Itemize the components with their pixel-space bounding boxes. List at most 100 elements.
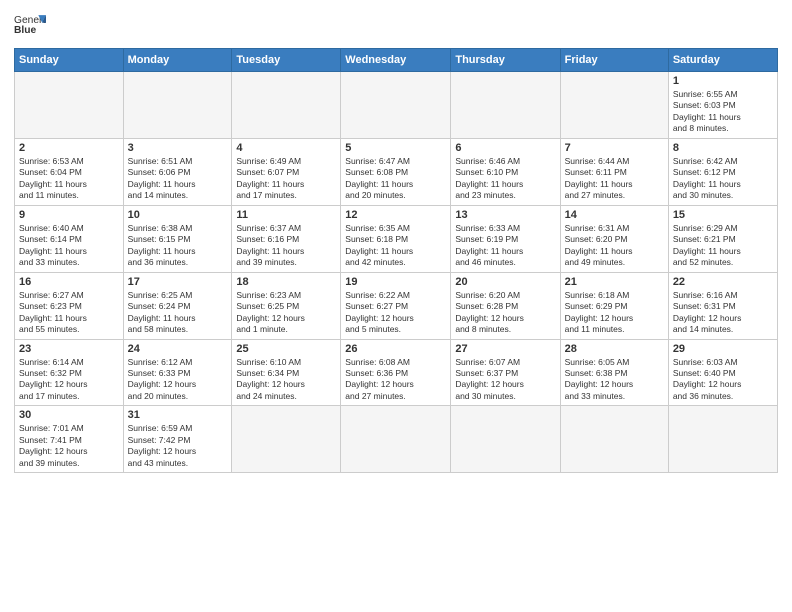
day-number: 12 xyxy=(345,209,446,221)
calendar-cell xyxy=(232,72,341,139)
header-thursday: Thursday xyxy=(451,49,560,72)
logo: General Blue xyxy=(14,10,46,42)
calendar-cell: 10 Sunrise: 6:38 AM Sunset: 6:15 PM Dayli… xyxy=(123,205,232,272)
calendar-cell: 4Sunrise: 6:49 AM Sunset: 6:07 PM Daylig… xyxy=(232,138,341,205)
day-info: Sunrise: 6:55 AM Sunset: 6:03 PM Dayligh… xyxy=(673,89,773,135)
day-info: Sunrise: 6:35 AM Sunset: 6:18 PM Dayligh… xyxy=(345,223,446,269)
day-number: 30 xyxy=(19,409,119,421)
generalblue-logo-icon: General Blue xyxy=(14,10,46,42)
calendar-cell xyxy=(232,406,341,473)
day-info: Sunrise: 6:29 AM Sunset: 6:21 PM Dayligh… xyxy=(673,223,773,269)
day-info: Sunrise: 6:38 AM Sunset: 6:15 PM Dayligh… xyxy=(128,223,228,269)
header-saturday: Saturday xyxy=(668,49,777,72)
calendar-cell: 16 Sunrise: 6:27 AM Sunset: 6:23 PM Dayli… xyxy=(15,272,124,339)
calendar-cell: 17 Sunrise: 6:25 AM Sunset: 6:24 PM Dayli… xyxy=(123,272,232,339)
calendar-cell xyxy=(668,406,777,473)
day-number: 25 xyxy=(236,343,336,355)
day-info: Sunrise: 6:23 AM Sunset: 6:25 PM Dayligh… xyxy=(236,290,336,336)
day-info: Sunrise: 6:05 AM Sunset: 6:38 PM Dayligh… xyxy=(565,357,664,403)
calendar-cell: 24Sunrise: 6:12 AM Sunset: 6:33 PM Dayli… xyxy=(123,339,232,406)
day-info: Sunrise: 6:20 AM Sunset: 6:28 PM Dayligh… xyxy=(455,290,555,336)
day-number: 9 xyxy=(19,209,119,221)
calendar-cell: 8Sunrise: 6:42 AM Sunset: 6:12 PM Daylig… xyxy=(668,138,777,205)
day-info: Sunrise: 6:33 AM Sunset: 6:19 PM Dayligh… xyxy=(455,223,555,269)
calendar-table: Sunday Monday Tuesday Wednesday Thursday… xyxy=(14,48,778,473)
day-number: 13 xyxy=(455,209,555,221)
day-info: Sunrise: 6:10 AM Sunset: 6:34 PM Dayligh… xyxy=(236,357,336,403)
day-info: Sunrise: 6:44 AM Sunset: 6:11 PM Dayligh… xyxy=(565,156,664,202)
day-info: Sunrise: 6:27 AM Sunset: 6:23 PM Dayligh… xyxy=(19,290,119,336)
day-info: Sunrise: 6:40 AM Sunset: 6:14 PM Dayligh… xyxy=(19,223,119,269)
calendar-cell: 31Sunrise: 6:59 AM Sunset: 7:42 PM Dayli… xyxy=(123,406,232,473)
calendar-cell: 7Sunrise: 6:44 AM Sunset: 6:11 PM Daylig… xyxy=(560,138,668,205)
calendar-cell: 22 Sunrise: 6:16 AM Sunset: 6:31 PM Dayli… xyxy=(668,272,777,339)
day-number: 26 xyxy=(345,343,446,355)
weekday-header-row: Sunday Monday Tuesday Wednesday Thursday… xyxy=(15,49,778,72)
day-info: Sunrise: 6:53 AM Sunset: 6:04 PM Dayligh… xyxy=(19,156,119,202)
day-info: Sunrise: 6:08 AM Sunset: 6:36 PM Dayligh… xyxy=(345,357,446,403)
calendar-cell xyxy=(560,406,668,473)
calendar-cell: 25 Sunrise: 6:10 AM Sunset: 6:34 PM Dayli… xyxy=(232,339,341,406)
day-info: Sunrise: 6:51 AM Sunset: 6:06 PM Dayligh… xyxy=(128,156,228,202)
calendar-cell xyxy=(341,72,451,139)
day-info: Sunrise: 6:46 AM Sunset: 6:10 PM Dayligh… xyxy=(455,156,555,202)
calendar-cell: 26 Sunrise: 6:08 AM Sunset: 6:36 PM Dayli… xyxy=(341,339,451,406)
day-number: 15 xyxy=(673,209,773,221)
calendar-cell xyxy=(560,72,668,139)
calendar-cell xyxy=(341,406,451,473)
day-info: Sunrise: 6:12 AM Sunset: 6:33 PM Dayligh… xyxy=(128,357,228,403)
day-number: 4 xyxy=(236,142,336,154)
day-number: 17 xyxy=(128,276,228,288)
calendar-cell: 11Sunrise: 6:37 AM Sunset: 6:16 PM Dayli… xyxy=(232,205,341,272)
calendar-cell xyxy=(451,72,560,139)
calendar-cell: 13 Sunrise: 6:33 AM Sunset: 6:19 PM Dayli… xyxy=(451,205,560,272)
day-number: 20 xyxy=(455,276,555,288)
day-number: 5 xyxy=(345,142,446,154)
day-info: Sunrise: 6:59 AM Sunset: 7:42 PM Dayligh… xyxy=(128,423,228,469)
calendar-cell: 14 Sunrise: 6:31 AM Sunset: 6:20 PM Dayli… xyxy=(560,205,668,272)
day-number: 6 xyxy=(455,142,555,154)
header-tuesday: Tuesday xyxy=(232,49,341,72)
header-friday: Friday xyxy=(560,49,668,72)
day-info: Sunrise: 6:07 AM Sunset: 6:37 PM Dayligh… xyxy=(455,357,555,403)
calendar-cell: 2 Sunrise: 6:53 AM Sunset: 6:04 PM Daylig… xyxy=(15,138,124,205)
day-info: Sunrise: 6:47 AM Sunset: 6:08 PM Dayligh… xyxy=(345,156,446,202)
header-monday: Monday xyxy=(123,49,232,72)
day-number: 23 xyxy=(19,343,119,355)
day-info: Sunrise: 6:03 AM Sunset: 6:40 PM Dayligh… xyxy=(673,357,773,403)
day-number: 18 xyxy=(236,276,336,288)
day-number: 28 xyxy=(565,343,664,355)
day-number: 2 xyxy=(19,142,119,154)
calendar-cell: 18 Sunrise: 6:23 AM Sunset: 6:25 PM Dayli… xyxy=(232,272,341,339)
calendar-cell xyxy=(451,406,560,473)
day-number: 21 xyxy=(565,276,664,288)
calendar-cell: 19 Sunrise: 6:22 AM Sunset: 6:27 PM Dayli… xyxy=(341,272,451,339)
day-info: Sunrise: 7:01 AM Sunset: 7:41 PM Dayligh… xyxy=(19,423,119,469)
calendar-cell: 30 Sunrise: 7:01 AM Sunset: 7:41 PM Dayli… xyxy=(15,406,124,473)
calendar-cell: 1Sunrise: 6:55 AM Sunset: 6:03 PM Daylig… xyxy=(668,72,777,139)
day-number: 8 xyxy=(673,142,773,154)
calendar-cell: 9 Sunrise: 6:40 AM Sunset: 6:14 PM Daylig… xyxy=(15,205,124,272)
calendar-cell xyxy=(123,72,232,139)
day-number: 14 xyxy=(565,209,664,221)
day-info: Sunrise: 6:16 AM Sunset: 6:31 PM Dayligh… xyxy=(673,290,773,336)
calendar-cell: 29Sunrise: 6:03 AM Sunset: 6:40 PM Dayli… xyxy=(668,339,777,406)
calendar-cell: 15 Sunrise: 6:29 AM Sunset: 6:21 PM Dayli… xyxy=(668,205,777,272)
day-info: Sunrise: 6:22 AM Sunset: 6:27 PM Dayligh… xyxy=(345,290,446,336)
header-wednesday: Wednesday xyxy=(341,49,451,72)
header-sunday: Sunday xyxy=(15,49,124,72)
day-number: 16 xyxy=(19,276,119,288)
calendar-cell: 5 Sunrise: 6:47 AM Sunset: 6:08 PM Daylig… xyxy=(341,138,451,205)
day-info: Sunrise: 6:31 AM Sunset: 6:20 PM Dayligh… xyxy=(565,223,664,269)
svg-text:Blue: Blue xyxy=(14,25,36,36)
day-number: 19 xyxy=(345,276,446,288)
day-info: Sunrise: 6:25 AM Sunset: 6:24 PM Dayligh… xyxy=(128,290,228,336)
day-number: 22 xyxy=(673,276,773,288)
calendar-cell: 23 Sunrise: 6:14 AM Sunset: 6:32 PM Dayli… xyxy=(15,339,124,406)
calendar-cell: 20 Sunrise: 6:20 AM Sunset: 6:28 PM Dayli… xyxy=(451,272,560,339)
calendar-cell: 6 Sunrise: 6:46 AM Sunset: 6:10 PM Daylig… xyxy=(451,138,560,205)
day-number: 10 xyxy=(128,209,228,221)
calendar-cell xyxy=(15,72,124,139)
day-info: Sunrise: 6:14 AM Sunset: 6:32 PM Dayligh… xyxy=(19,357,119,403)
day-number: 3 xyxy=(128,142,228,154)
